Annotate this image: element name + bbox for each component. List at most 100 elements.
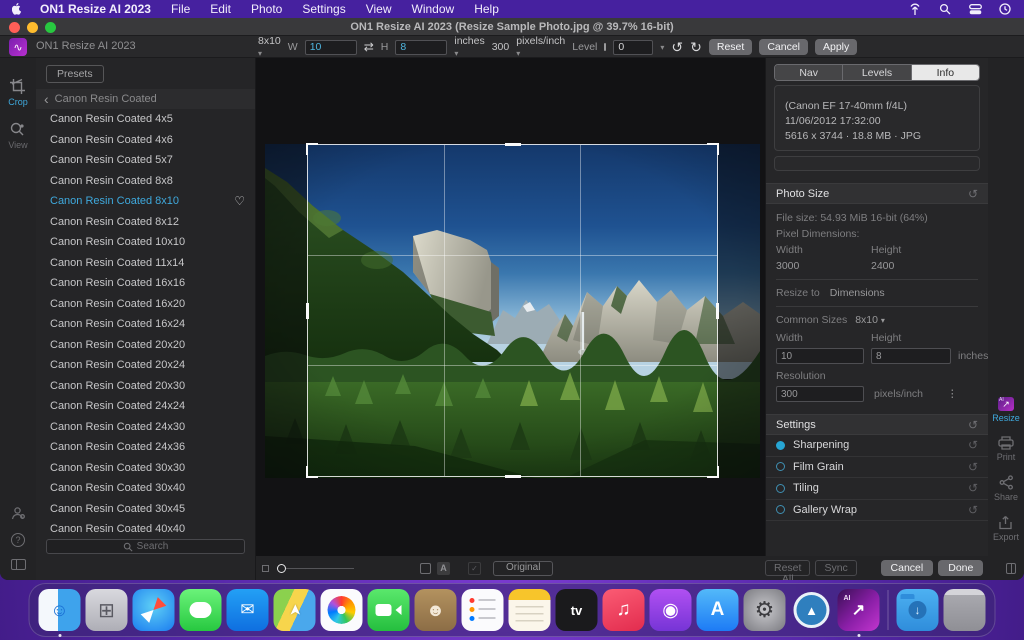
reset-section-icon[interactable]: ↺ [968,503,978,517]
finder-icon[interactable]: ☺ [39,589,81,631]
preset-group-header[interactable]: ‹ Canon Resin Coated [36,89,255,109]
module-print[interactable]: Print [997,436,1016,462]
dock-item-photos[interactable] [321,589,363,631]
preset-item[interactable]: Canon Resin Coated 16x24 [36,314,255,335]
dock-item-podcasts[interactable]: ◉ [650,589,692,631]
account-icon[interactable] [11,506,26,521]
zoom-slider-knob[interactable] [277,564,286,573]
dock-item-contacts[interactable]: ☻ [415,589,457,631]
notes-icon[interactable] [509,589,551,631]
crop-preset-dropdown[interactable]: 8x10 ▾ [258,35,281,59]
view-tool[interactable]: View [8,121,27,150]
preset-search-input[interactable]: Search [46,539,245,554]
photo-size-header[interactable]: Photo Size ↺ [766,183,988,204]
preset-item[interactable]: Canon Resin Coated 30x30 [36,458,255,479]
dock-item-music[interactable]: ♫ [603,589,645,631]
crop-handle-left[interactable] [306,303,309,319]
link-dimensions-icon[interactable]: ⋮ [947,388,958,400]
zoom-out-icon[interactable] [262,565,269,572]
downloads-icon[interactable] [897,589,939,631]
reset-section-icon[interactable]: ↺ [968,438,978,452]
trash-icon[interactable] [944,589,986,631]
original-preview-button[interactable]: Original [493,561,553,576]
control-center-icon[interactable] [968,2,982,16]
dock-item-downloads[interactable] [897,589,939,631]
preset-item[interactable]: Canon Resin Coated 30x45 [36,499,255,520]
presets-button[interactable]: Presets [46,65,104,83]
soft-proof-icon[interactable]: ✓ [468,562,481,575]
zoom-window-button[interactable] [45,22,56,33]
preset-item[interactable]: Canon Resin Coated 24x36 [36,437,255,458]
crop-handle-right[interactable] [716,303,719,319]
preview-mode-icon[interactable] [420,563,431,574]
resize-to-dropdown[interactable]: Dimensions [830,287,885,299]
tab-nav[interactable]: Nav [775,65,843,80]
reset-all-button[interactable]: Reset All [765,560,810,576]
preset-item[interactable]: Canon Resin Coated 5x7 [36,150,255,171]
maps-icon[interactable] [274,589,316,631]
done-button[interactable]: Done [938,560,983,576]
preset-item[interactable]: Canon Resin Coated 20x30 [36,376,255,397]
preset-item[interactable]: Canon Resin Coated 20x20 [36,335,255,356]
preset-item[interactable]: Canon Resin Coated 16x16 [36,273,255,294]
preset-item[interactable]: Canon Resin Coated 40x40 [36,519,255,540]
menubar-app-name[interactable]: ON1 Resize AI 2023 [40,2,151,16]
reset-button[interactable]: Reset [709,39,752,55]
preset-item[interactable]: Canon Resin Coated 8x12 [36,212,255,233]
dock-item-on1-resize-ai[interactable]: ↗ [838,589,880,631]
crop-handle-top-left[interactable] [306,143,318,155]
preset-item[interactable]: Canon Resin Coated 8x10♡ [36,191,255,212]
preset-item[interactable]: Canon Resin Coated 4x5 [36,109,255,130]
level-input[interactable] [613,40,653,55]
preset-item[interactable]: Canon Resin Coated 16x20 [36,294,255,315]
crop-height-input[interactable] [395,40,447,55]
dock-item-facetime[interactable] [368,589,410,631]
menu-file[interactable]: File [171,2,190,16]
menu-help[interactable]: Help [474,2,499,16]
reset-section-icon[interactable]: ↺ [968,187,978,201]
preset-item[interactable]: Canon Resin Coated 24x24 [36,396,255,417]
panel-toggle-icon[interactable] [1006,563,1016,574]
module-share[interactable]: Share [994,475,1018,502]
crop-tool[interactable]: Crop [8,78,28,107]
dock-item-messages[interactable] [180,589,222,631]
crop-handle-bottom[interactable] [505,475,521,478]
dock-item-mail[interactable]: ✉ [227,589,269,631]
favorite-heart-icon[interactable]: ♡ [234,194,245,208]
search-icon[interactable] [938,2,952,16]
reset-section-icon[interactable]: ↺ [968,481,978,495]
settings-row-tiling[interactable]: Tiling↺ [766,478,988,500]
resolution-units-dropdown[interactable]: pixels/inch ▾ [516,35,565,59]
music-icon[interactable]: ♫ [603,589,645,631]
tab-info[interactable]: Info [912,65,979,80]
facetime-icon[interactable] [368,589,410,631]
module-export[interactable]: Export [993,515,1019,542]
preset-item[interactable]: Canon Resin Coated 10x10 [36,232,255,253]
system-settings-icon[interactable]: ⚙ [744,589,786,631]
toggle-icon[interactable] [776,462,785,471]
menu-settings[interactable]: Settings [302,2,345,16]
cancel-crop-button[interactable]: Cancel [759,39,808,55]
dock-item-launchpad[interactable]: ⊞ [86,589,128,631]
menu-photo[interactable]: Photo [251,2,282,16]
crop-handle-bottom-left[interactable] [306,466,318,478]
resolution-input[interactable] [776,386,864,402]
crop-handle-bottom-right[interactable] [707,466,719,478]
swap-dimensions-icon[interactable]: ⇄ [364,40,374,54]
reset-section-icon[interactable]: ↺ [968,460,978,474]
crop-width-input[interactable] [305,40,357,55]
safari-icon[interactable] [133,589,175,631]
rotate-cw-icon[interactable]: ↻ [690,40,702,54]
apply-button[interactable]: Apply [815,39,857,55]
window-titlebar[interactable]: ON1 Resize AI 2023 (Resize Sample Photo.… [0,18,1024,36]
sidebar-toggle-icon[interactable] [11,559,26,570]
compare-mode-icon[interactable]: A [437,562,450,575]
preset-item[interactable]: Canon Resin Coated 8x8 [36,171,255,192]
menu-view[interactable]: View [366,2,392,16]
clock-icon[interactable] [998,2,1012,16]
cancel-button[interactable]: Cancel [881,560,934,576]
photo-canvas[interactable] [256,58,765,556]
back-chevron-icon[interactable]: ‹ [44,91,49,107]
dock-item-finder[interactable]: ☺ [39,589,81,631]
crop-handle-top-right[interactable] [707,143,719,155]
